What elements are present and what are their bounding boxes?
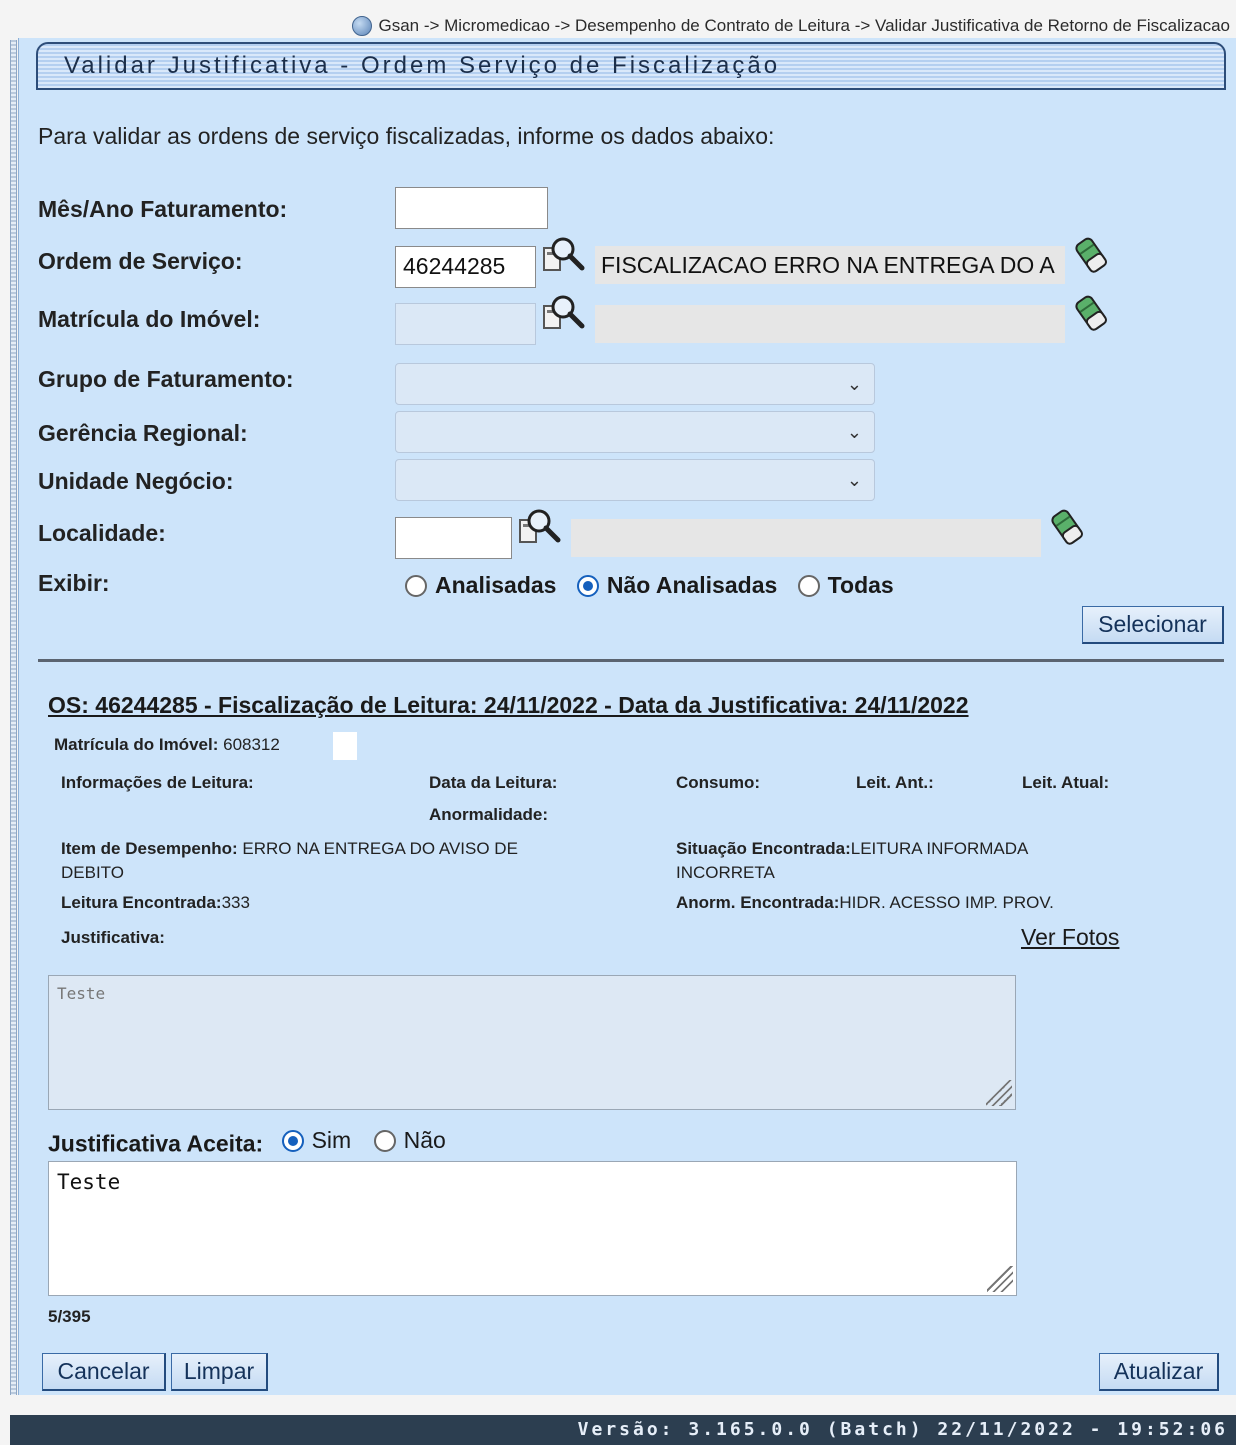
chevron-down-icon: ⌄ (846, 470, 862, 490)
chevron-down-icon: ⌄ (846, 374, 862, 394)
leit-ant-label: Leit. Ant.: (856, 773, 934, 792)
mes-ano-input[interactable] (395, 187, 548, 229)
exibir-option-analisadas[interactable]: Analisadas (405, 572, 556, 599)
justificativa-label: Justificativa: (61, 928, 165, 947)
cancelar-button[interactable]: Cancelar (42, 1353, 166, 1391)
radio-nao-analisadas[interactable] (576, 574, 599, 597)
unidade-negocio-select[interactable]: ⌄ (395, 459, 875, 501)
consumo-label: Consumo: (676, 773, 761, 792)
matricula-input[interactable] (395, 303, 536, 345)
situacao-encontrada: Situação Encontrada:LEITURA INFORMADA IN… (676, 839, 1029, 882)
os-detail-title: OS: 46244285 - Fiscalização de Leitura: … (48, 692, 969, 718)
resize-grip-icon[interactable] (986, 1080, 1012, 1106)
chevron-down-icon: ⌄ (846, 422, 862, 442)
left-rail (10, 40, 17, 1395)
aceita-option-sim[interactable]: Sim (281, 1127, 351, 1154)
gerencia-regional-label: Gerência Regional: (38, 420, 248, 446)
aceita-option-nao[interactable]: Não (373, 1127, 446, 1154)
ordem-servico-description: FISCALIZACAO ERRO NA ENTREGA DO A (595, 246, 1065, 284)
exibir-option-todas[interactable]: Todas (797, 572, 894, 599)
grupo-faturamento-select[interactable]: ⌄ (395, 363, 875, 405)
radio-analisadas[interactable] (405, 574, 427, 597)
matricula-description (595, 305, 1065, 343)
ordem-servico-input[interactable]: 46244285 (395, 246, 536, 288)
matricula-label: Matrícula do Imóvel: (38, 306, 261, 332)
gerencia-regional-select[interactable]: ⌄ (395, 411, 875, 453)
localidade-label: Localidade: (38, 520, 166, 546)
breadcrumb-text: Gsan -> Micromedicao -> Desempenho de Co… (378, 16, 1230, 35)
detail-matricula: Matrícula do Imóvel: 608312 (54, 735, 280, 754)
breadcrumb: Gsan -> Micromedicao -> Desempenho de Co… (0, 16, 1236, 38)
char-counter: 5/395 (48, 1307, 91, 1326)
exibir-option-nao-analisadas[interactable]: Não Analisadas (576, 572, 777, 599)
localidade-description (571, 519, 1041, 557)
redaction-mask (333, 732, 357, 760)
localidade-input[interactable] (395, 517, 512, 559)
version-footer: Versão: 3.165.0.0 (Batch) 22/11/2022 - 1… (10, 1415, 1236, 1445)
atualizar-button[interactable]: Atualizar (1099, 1353, 1219, 1391)
page-title: Validar Justificativa - Ordem Serviço de… (64, 52, 781, 79)
ordem-servico-label: Ordem de Serviço: (38, 248, 243, 274)
data-leitura-label: Data da Leitura: (429, 773, 558, 792)
anormalidade-label: Anormalidade: (429, 805, 549, 824)
selecionar-button[interactable]: Selecionar (1082, 606, 1224, 644)
page-title-bar: Validar Justificativa - Ordem Serviço de… (36, 42, 1226, 90)
limpar-button[interactable]: Limpar (171, 1353, 268, 1391)
grupo-faturamento-label: Grupo de Faturamento: (38, 366, 294, 392)
exibir-radio-group: Analisadas Não Analisadas Todas (405, 572, 908, 603)
anorm-encontrada: Anorm. Encontrada:HIDR. ACESSO IMP. PROV… (676, 893, 1054, 912)
ordem-lookup-icon[interactable] (541, 234, 585, 276)
localidade-clear-eraser-icon[interactable] (1049, 508, 1085, 546)
radio-sim[interactable] (281, 1129, 304, 1152)
globe-icon (352, 16, 373, 36)
item-desempenho: Item de Desempenho: ERRO NA ENTREGA DO A… (61, 839, 518, 882)
ver-fotos-link[interactable]: Ver Fotos (1021, 924, 1119, 951)
justificativa-aceita-label: Justificativa Aceita: (48, 1130, 264, 1157)
localidade-lookup-icon[interactable] (517, 506, 561, 548)
resize-grip-icon[interactable] (987, 1266, 1013, 1292)
radio-todas[interactable] (797, 574, 820, 597)
detail-matricula-value: 608312 (223, 735, 280, 754)
intro-text: Para validar as ordens de serviço fiscal… (38, 123, 775, 149)
justificativa-aceita-group: Justificativa Aceita: Sim Não (48, 1127, 446, 1158)
section-divider (38, 659, 1224, 662)
info-leitura-label: Informações de Leitura: (61, 773, 254, 792)
observacao-textarea[interactable]: Teste (48, 1161, 1017, 1296)
leit-atual-label: Leit. Atual: (1022, 773, 1110, 792)
radio-nao[interactable] (373, 1129, 396, 1152)
unidade-negocio-label: Unidade Negócio: (38, 468, 234, 494)
ordem-clear-eraser-icon[interactable] (1073, 236, 1109, 274)
exibir-label: Exibir: (38, 570, 110, 596)
matricula-lookup-icon[interactable] (541, 292, 585, 334)
matricula-clear-eraser-icon[interactable] (1073, 294, 1109, 332)
leitura-encontrada: Leitura Encontrada:333 (61, 893, 250, 912)
mes-ano-label: Mês/Ano Faturamento: (38, 196, 288, 222)
justificativa-textarea: Teste (48, 975, 1016, 1110)
